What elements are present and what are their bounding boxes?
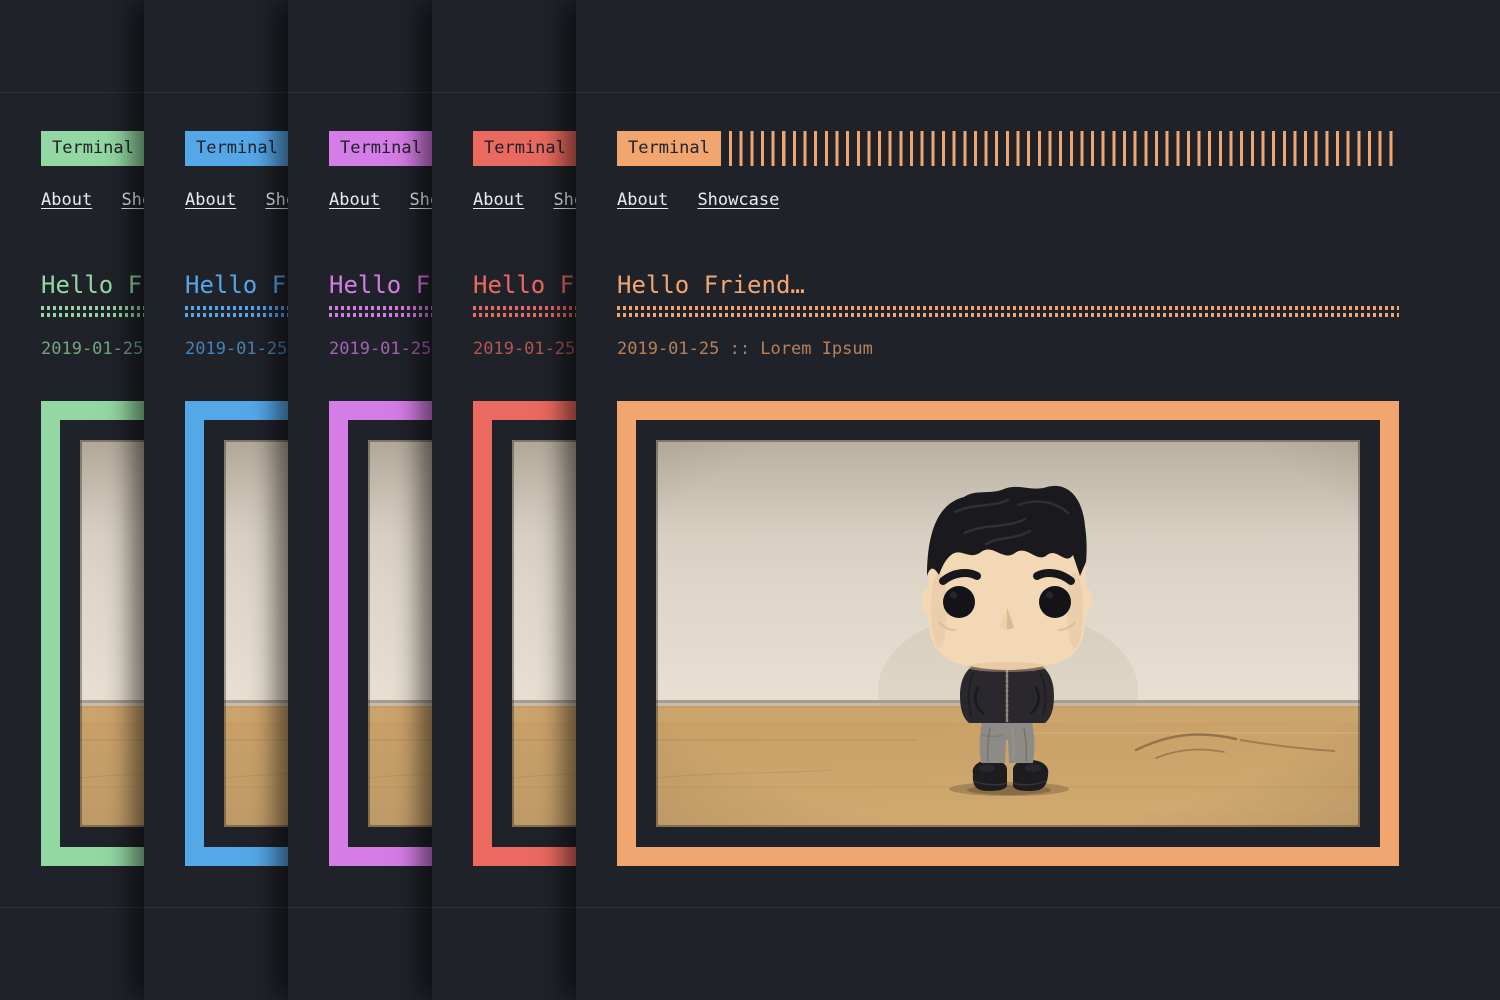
post-cover-frame — [617, 401, 1399, 866]
nav-about-link[interactable]: About — [41, 189, 92, 211]
terminal-logo[interactable]: Terminal — [473, 131, 577, 166]
nav-about-link[interactable]: About — [473, 189, 524, 211]
theme-showcase-stage: Terminal About Showcase Hello Friend… 20… — [0, 0, 1500, 1000]
terminal-logo[interactable]: Terminal — [41, 131, 145, 166]
nav-about-link[interactable]: About — [617, 189, 668, 211]
nav-showcase-link[interactable]: Showcase — [697, 189, 779, 211]
header-bars-decoration — [729, 131, 1399, 166]
terminal-logo[interactable]: Terminal — [185, 131, 289, 166]
post-meta: 2019-01-25 :: Lorem Ipsum — [617, 341, 1399, 358]
nav-about-link[interactable]: About — [185, 189, 236, 211]
nav-about-link[interactable]: About — [329, 189, 380, 211]
page-content: Terminal About Showcase Hello Friend… 20… — [617, 92, 1399, 866]
post-title: Hello Friend… — [617, 273, 1399, 297]
footer-divider-line — [576, 907, 1500, 908]
terminal-logo[interactable]: Terminal — [617, 131, 721, 166]
terminal-logo[interactable]: Terminal — [329, 131, 433, 166]
funko-figure-photo — [656, 440, 1360, 827]
site-header: Terminal — [617, 131, 1399, 166]
main-nav: About Showcase — [617, 189, 1399, 211]
theme-panel-orange: Terminal About Showcase Hello Friend… 20… — [576, 0, 1500, 1000]
title-separator-dots — [617, 306, 1399, 317]
